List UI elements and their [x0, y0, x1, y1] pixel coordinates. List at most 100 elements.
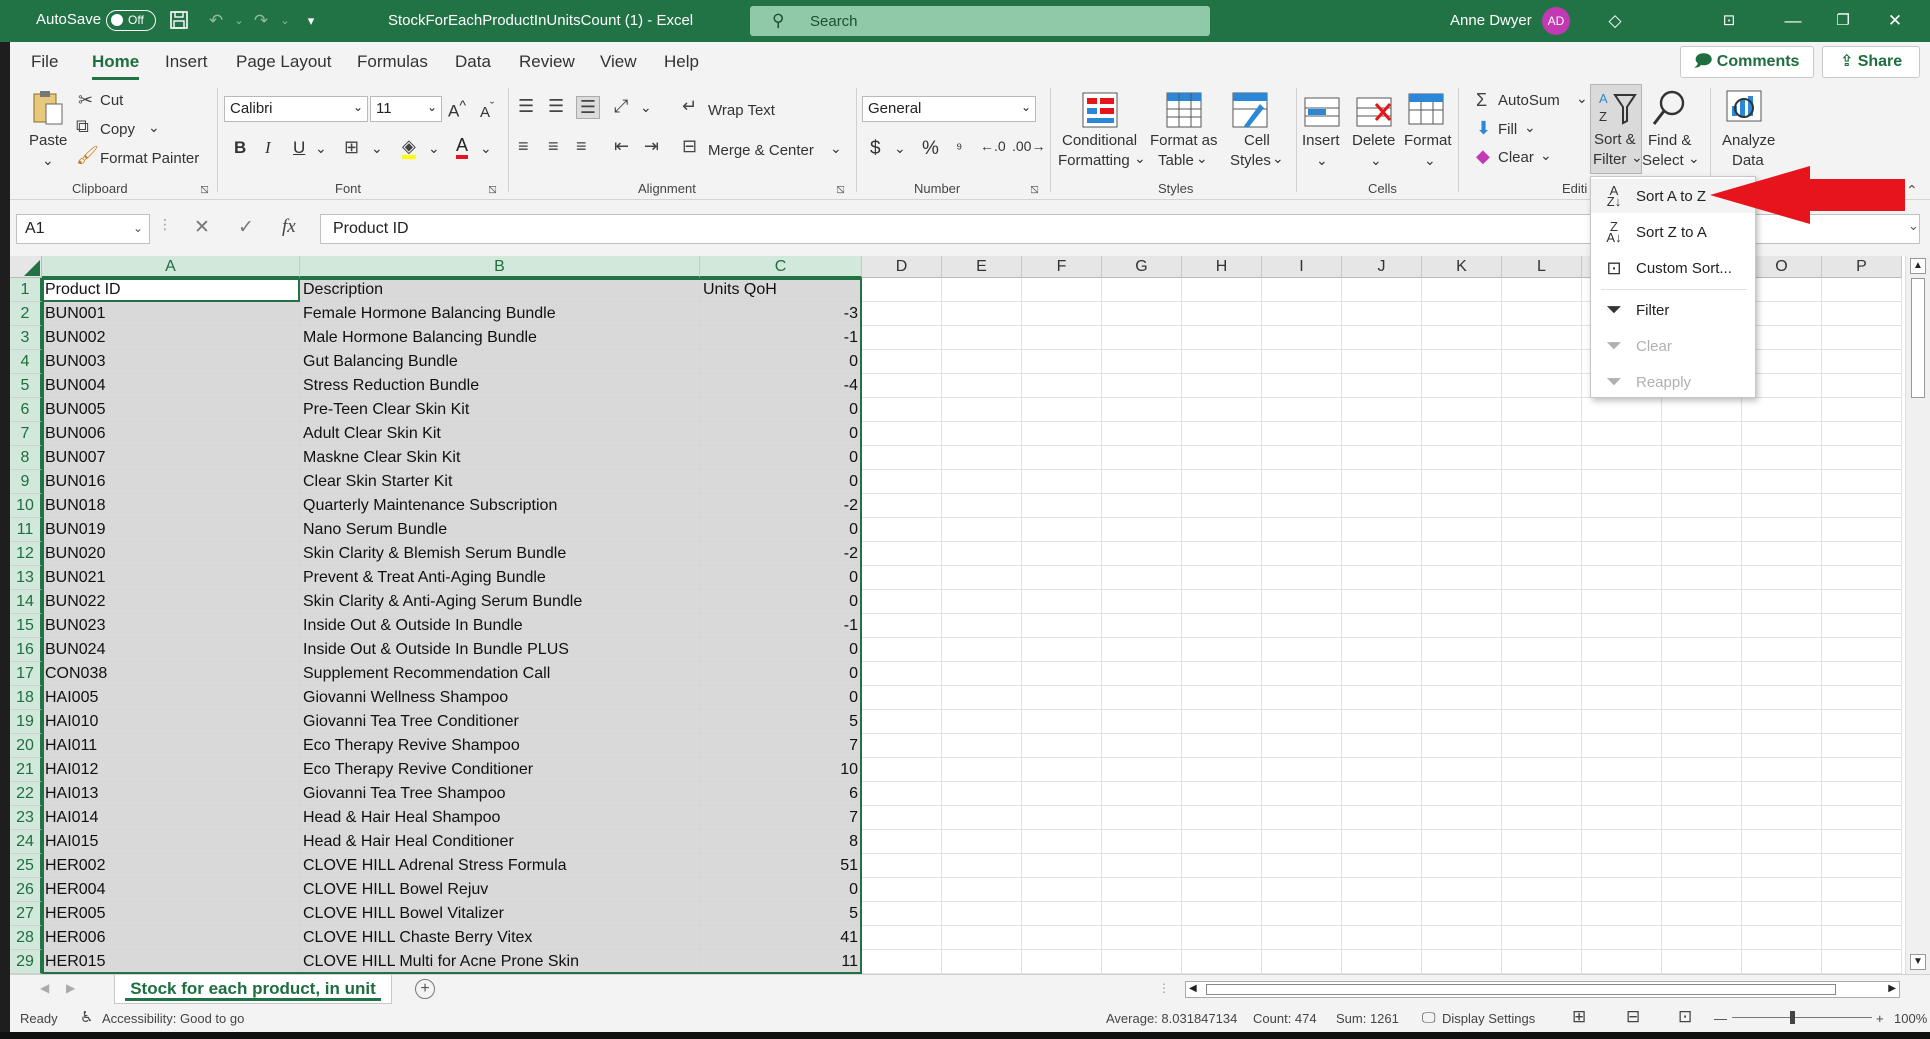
page-break-view-icon[interactable]: ⊡ [1678, 1007, 1692, 1027]
empty-cell[interactable] [862, 926, 942, 950]
row-header[interactable]: 22 [10, 782, 42, 806]
empty-cell[interactable] [1182, 566, 1262, 590]
empty-cell[interactable] [1742, 806, 1822, 830]
table-cell[interactable]: CON038 [42, 662, 300, 686]
empty-cell[interactable] [1262, 854, 1342, 878]
currency-button[interactable]: $ [870, 138, 881, 160]
table-cell[interactable]: 0 [700, 350, 862, 374]
empty-cell[interactable] [1742, 470, 1822, 494]
empty-cell[interactable] [1422, 806, 1502, 830]
borders-icon[interactable]: ⊞ [344, 137, 359, 158]
row-header[interactable]: 15 [10, 614, 42, 638]
copy-button[interactable]: Copy [100, 121, 135, 138]
tab-data[interactable]: Data [455, 52, 491, 72]
empty-cell[interactable] [1022, 590, 1102, 614]
save-icon[interactable] [168, 10, 190, 32]
empty-cell[interactable] [1582, 446, 1662, 470]
autosum-dropdown-icon[interactable]: ⌄ [1576, 90, 1588, 107]
empty-cell[interactable] [1662, 854, 1742, 878]
cut-icon[interactable]: ✂ [78, 90, 93, 111]
autosum-icon[interactable]: Σ [1476, 90, 1487, 111]
table-cell[interactable]: 51 [700, 854, 862, 878]
empty-cell[interactable] [1422, 854, 1502, 878]
empty-cell[interactable] [1342, 350, 1422, 374]
table-cell[interactable]: CLOVE HILL Adrenal Stress Formula [300, 854, 700, 878]
empty-cell[interactable] [1022, 518, 1102, 542]
minimize-icon[interactable]: — [1780, 9, 1806, 33]
average-status[interactable]: Average: 8.031847134 [1106, 1011, 1237, 1026]
name-box[interactable]: A1 ⌄ [16, 214, 150, 244]
sort-filter-button[interactable]: AZ Sort & Filter ⌄ [1590, 84, 1643, 174]
empty-cell[interactable] [1262, 518, 1342, 542]
empty-cell[interactable] [1182, 950, 1262, 974]
empty-cell[interactable] [862, 326, 942, 350]
empty-cell[interactable] [942, 278, 1022, 302]
empty-cell[interactable] [1822, 614, 1902, 638]
empty-cell[interactable] [1262, 374, 1342, 398]
add-sheet-icon[interactable]: + [415, 979, 435, 999]
vertical-scroll-thumb[interactable] [1911, 278, 1925, 398]
fill-icon[interactable]: ⬇ [1476, 118, 1491, 139]
table-cell[interactable]: 8 [700, 830, 862, 854]
user-name[interactable]: Anne Dwyer [1450, 12, 1532, 29]
table-cell[interactable]: Male Hormone Balancing Bundle [300, 326, 700, 350]
empty-cell[interactable] [1262, 902, 1342, 926]
empty-cell[interactable] [1502, 758, 1582, 782]
empty-cell[interactable] [1582, 422, 1662, 446]
align-right-icon[interactable]: ≡ [576, 136, 587, 157]
empty-cell[interactable] [1342, 662, 1422, 686]
empty-cell[interactable] [1662, 662, 1742, 686]
empty-cell[interactable] [1822, 638, 1902, 662]
table-cell[interactable]: 0 [700, 398, 862, 422]
empty-cell[interactable] [1502, 542, 1582, 566]
tab-home[interactable]: Home [92, 52, 140, 80]
empty-cell[interactable] [1822, 374, 1902, 398]
autosum-button[interactable]: AutoSum [1498, 92, 1560, 109]
empty-cell[interactable] [862, 422, 942, 446]
row-header[interactable]: 10 [10, 494, 42, 518]
empty-cell[interactable] [1422, 470, 1502, 494]
empty-cell[interactable] [942, 350, 1022, 374]
empty-cell[interactable] [862, 614, 942, 638]
empty-cell[interactable] [1102, 686, 1182, 710]
empty-cell[interactable] [1262, 566, 1342, 590]
table-cell[interactable]: HAI015 [42, 830, 300, 854]
empty-cell[interactable] [1822, 926, 1902, 950]
empty-cell[interactable] [1422, 278, 1502, 302]
empty-cell[interactable] [1102, 806, 1182, 830]
table-cell[interactable]: BUN006 [42, 422, 300, 446]
empty-cell[interactable] [1582, 758, 1662, 782]
empty-cell[interactable] [1822, 878, 1902, 902]
empty-cell[interactable] [862, 662, 942, 686]
empty-cell[interactable] [1582, 806, 1662, 830]
empty-cell[interactable] [1502, 302, 1582, 326]
table-cell[interactable]: HER002 [42, 854, 300, 878]
vertical-scrollbar[interactable]: ▲ ▼ [1905, 256, 1930, 974]
empty-cell[interactable] [1582, 542, 1662, 566]
table-cell[interactable]: BUN005 [42, 398, 300, 422]
empty-cell[interactable] [1582, 830, 1662, 854]
empty-cell[interactable] [1822, 806, 1902, 830]
empty-cell[interactable] [942, 302, 1022, 326]
empty-cell[interactable] [1502, 494, 1582, 518]
empty-cell[interactable] [1342, 902, 1422, 926]
empty-cell[interactable] [1262, 758, 1342, 782]
row-header[interactable]: 5 [10, 374, 42, 398]
empty-cell[interactable] [1102, 494, 1182, 518]
table-cell[interactable]: Eco Therapy Revive Conditioner [300, 758, 700, 782]
table-cell[interactable]: Inside Out & Outside In Bundle [300, 614, 700, 638]
comma-style-icon[interactable]: ⁹ [956, 140, 962, 157]
table-cell[interactable]: 5 [700, 710, 862, 734]
empty-cell[interactable] [1182, 590, 1262, 614]
fill-dropdown-icon[interactable]: ⌄ [1524, 119, 1536, 136]
table-cell[interactable]: HAI010 [42, 710, 300, 734]
empty-cell[interactable] [1822, 686, 1902, 710]
cancel-entry-icon[interactable]: ✕ [194, 216, 210, 239]
menu-item-filter[interactable]: ⏷ Filter [1591, 293, 1755, 327]
table-cell[interactable]: BUN019 [42, 518, 300, 542]
empty-cell[interactable] [862, 374, 942, 398]
empty-cell[interactable] [1262, 422, 1342, 446]
format-painter-button[interactable]: Format Painter [100, 150, 199, 167]
empty-cell[interactable] [1342, 830, 1422, 854]
empty-cell[interactable] [1342, 710, 1422, 734]
